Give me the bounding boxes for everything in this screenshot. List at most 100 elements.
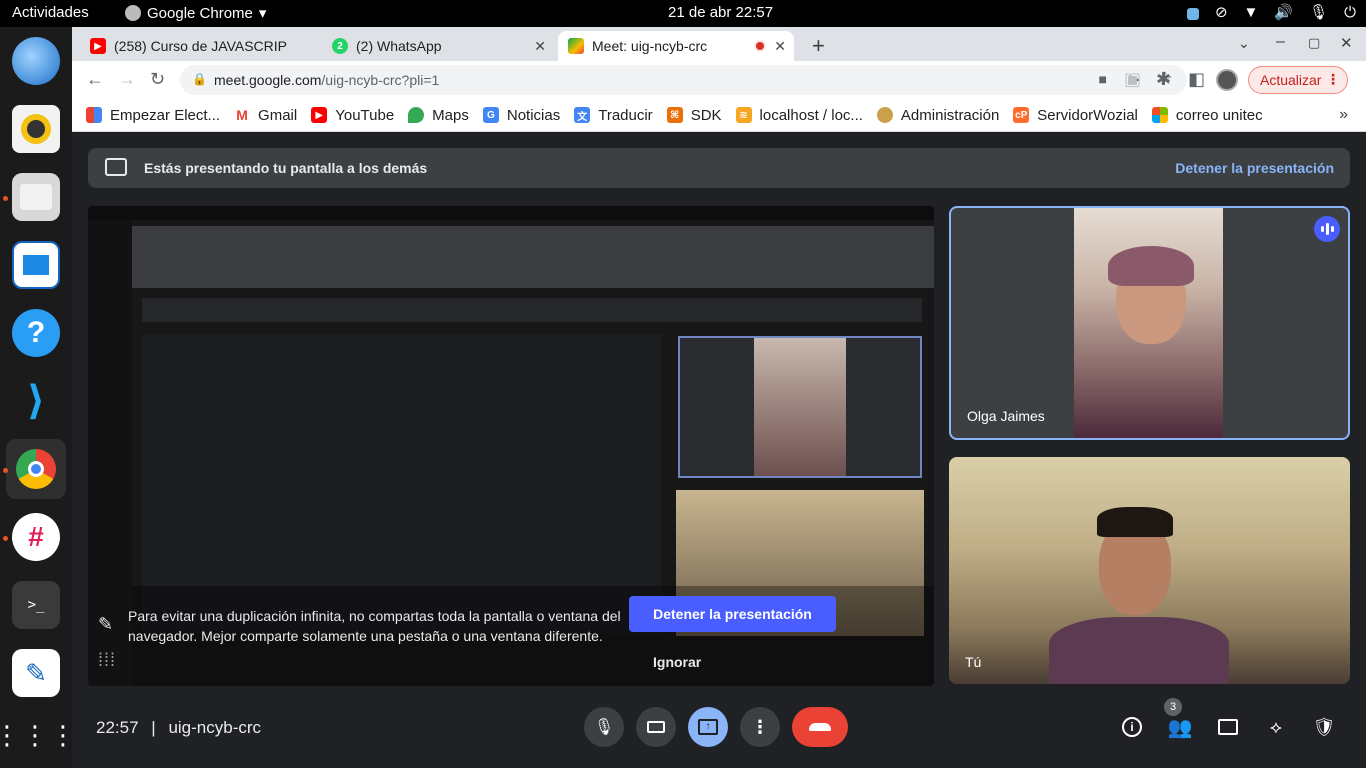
meeting-info: 22:57 | uig-ncyb-crc bbox=[96, 718, 261, 738]
camera-icon bbox=[647, 721, 665, 733]
phpmyadmin-icon: ≋ bbox=[735, 107, 752, 123]
participant-tile-olga[interactable]: Olga Jaimes bbox=[949, 206, 1350, 440]
bookmarks-overflow-icon[interactable]: » bbox=[1339, 106, 1348, 124]
rhythmbox-icon[interactable] bbox=[12, 105, 60, 153]
bookmark-empezar[interactable]: Empezar Elect... bbox=[86, 107, 220, 124]
slack-icon[interactable]: # bbox=[12, 513, 60, 561]
files-icon[interactable] bbox=[12, 173, 60, 221]
stop-presentation-button[interactable]: Detener la presentación bbox=[629, 596, 836, 632]
side-panel-icon[interactable]: ◧ bbox=[1188, 69, 1205, 90]
bookmark-maps[interactable]: Maps bbox=[408, 107, 469, 124]
mirror-tile-olga bbox=[678, 336, 922, 478]
help-icon[interactable]: ? bbox=[12, 309, 60, 357]
sync-icon[interactable]: ⊘ bbox=[1215, 3, 1228, 21]
chrome-app-icon bbox=[125, 5, 141, 21]
participant-count-badge: 3 bbox=[1164, 698, 1182, 716]
bookmark-localhost[interactable]: ≋ localhost / loc... bbox=[735, 107, 863, 124]
bookmark-youtube[interactable]: ▶ YouTube bbox=[311, 107, 394, 124]
activities-icon[interactable]: ⟡ bbox=[1264, 715, 1288, 739]
camera-button[interactable] bbox=[636, 707, 676, 747]
profile-avatar[interactable] bbox=[1216, 69, 1238, 91]
bookmark-servidor[interactable]: cP ServidorWozial bbox=[1013, 107, 1138, 124]
presenting-text: Estás presentando tu pantalla a los demá… bbox=[144, 160, 428, 176]
translate-icon: 文 bbox=[574, 107, 591, 123]
mirror-banner bbox=[142, 298, 922, 322]
ignore-button[interactable]: Ignorar bbox=[653, 654, 701, 670]
bookmark-label: SDK bbox=[690, 106, 722, 124]
close-icon[interactable]: ✕ bbox=[534, 38, 546, 55]
maximize-icon[interactable]: ▢ bbox=[1308, 35, 1320, 51]
lock-icon: 🔒 bbox=[192, 72, 207, 86]
app-menu[interactable]: Google Chrome ▾ bbox=[125, 4, 266, 22]
bookmark-administracion[interactable]: Administración bbox=[876, 107, 999, 124]
bookmark-label: Traducir bbox=[598, 106, 653, 124]
stop-presenting-link[interactable]: Detener la presentación bbox=[1175, 160, 1334, 176]
app-name: Google Chrome bbox=[147, 4, 253, 22]
more-options-button[interactable]: ⋮ bbox=[740, 707, 780, 747]
text-editor-icon[interactable]: ✎ bbox=[12, 649, 60, 697]
leave-call-button[interactable] bbox=[792, 707, 848, 747]
activities-button[interactable]: Actividades bbox=[12, 4, 89, 21]
camera-icon[interactable]: ■ bbox=[1099, 71, 1107, 87]
clock[interactable]: 21 de abr 22:57 bbox=[668, 4, 773, 21]
system-tray[interactable]: ⊘ ▼ 🔊 🎙 ⏻ bbox=[1186, 3, 1356, 21]
tab-title: (258) Curso de JAVASCRIP bbox=[114, 38, 287, 54]
microphone-button[interactable]: 🎙 bbox=[584, 707, 624, 747]
volume-icon[interactable]: 🔊 bbox=[1274, 3, 1293, 21]
chrome-icon[interactable] bbox=[6, 439, 66, 499]
presenting-banner: Estás presentando tu pantalla a los demá… bbox=[88, 148, 1350, 188]
you-body bbox=[1049, 617, 1229, 684]
slack-tray-icon[interactable] bbox=[1186, 7, 1199, 20]
tab-whatsapp[interactable]: 2 (2) WhatsApp ✕ bbox=[322, 31, 554, 61]
reload-icon[interactable]: ↻ bbox=[150, 69, 165, 90]
extension-icon[interactable]: ▣ bbox=[1124, 69, 1141, 90]
bookmark-correo[interactable]: correo unitec bbox=[1151, 107, 1263, 124]
microphone-icon[interactable]: 🎙 bbox=[1309, 3, 1328, 21]
tab-strip: ▶ (258) Curso de JAVASCRIP 2 (2) WhatsAp… bbox=[72, 27, 1366, 61]
you-hair bbox=[1097, 507, 1173, 537]
close-window-icon[interactable]: ✕ bbox=[1340, 34, 1353, 52]
bookmark-sdk[interactable]: ⌘ SDK bbox=[666, 106, 722, 124]
present-button[interactable]: ↑ bbox=[688, 707, 728, 747]
bookmark-traducir[interactable]: 文 Traducir bbox=[574, 106, 653, 124]
apps-grid-icon: ⁞⁞⁞ bbox=[98, 650, 117, 670]
forward-icon[interactable]: → bbox=[118, 69, 136, 90]
host-controls-icon[interactable]: 🛡 bbox=[1312, 715, 1336, 739]
address-bar[interactable]: 🔒 meet.google.com /uig-ncyb-crc?pli=1 ■ … bbox=[180, 65, 1187, 95]
stop-button-label: Detener la presentación bbox=[653, 606, 812, 622]
thunderbird-icon[interactable] bbox=[12, 37, 60, 85]
writer-icon[interactable] bbox=[12, 241, 60, 289]
meet-main: Estás presentando tu pantalla a los demá… bbox=[72, 132, 1366, 768]
meeting-details-icon[interactable]: i bbox=[1120, 715, 1144, 739]
participant-tile-you[interactable]: Tú bbox=[949, 457, 1350, 684]
warning-text: Para evitar una duplicación infinita, no… bbox=[128, 608, 621, 644]
chat-icon[interactable] bbox=[1216, 715, 1240, 739]
bookmark-label: Gmail bbox=[258, 106, 298, 124]
tab-meet[interactable]: Meet: uig-ncyb-crc ✕ bbox=[558, 31, 794, 61]
terminal-icon[interactable]: >_ bbox=[12, 581, 60, 629]
mirror-topbar bbox=[88, 206, 934, 220]
minimize-icon[interactable]: – bbox=[1276, 33, 1285, 51]
running-indicator bbox=[3, 468, 8, 473]
microsoft-icon bbox=[1151, 107, 1168, 123]
vscode-icon[interactable]: ⟩ bbox=[12, 377, 60, 425]
people-icon[interactable]: 👥 bbox=[1168, 715, 1193, 739]
tab-youtube[interactable]: ▶ (258) Curso de JAVASCRIP bbox=[80, 31, 314, 61]
wifi-icon[interactable]: ▼ bbox=[1244, 4, 1259, 21]
meet-icon bbox=[568, 38, 584, 54]
puzzle-icon[interactable]: ✱ bbox=[1156, 69, 1171, 90]
tab-search-icon[interactable]: ⌄ bbox=[1238, 35, 1250, 52]
you-video bbox=[949, 457, 1350, 684]
bookmark-label: Empezar Elect... bbox=[110, 106, 221, 124]
news-icon: G bbox=[482, 107, 499, 123]
power-icon[interactable]: ⏻ bbox=[1344, 4, 1356, 21]
participant-name: Tú bbox=[965, 654, 982, 670]
bookmark-noticias[interactable]: G Noticias bbox=[482, 107, 560, 124]
dock: ? ⟩ # >_ ✎ ⋮⋮⋮ bbox=[0, 27, 76, 768]
back-icon[interactable]: ← bbox=[86, 69, 104, 90]
bookmark-gmail[interactable]: M Gmail bbox=[234, 107, 297, 124]
close-icon[interactable]: ✕ bbox=[774, 38, 786, 55]
update-button[interactable]: Actualizar ⋮ bbox=[1248, 66, 1348, 94]
new-tab-icon[interactable]: + bbox=[812, 33, 825, 59]
show-apps-icon[interactable]: ⋮⋮⋮ bbox=[0, 711, 76, 759]
